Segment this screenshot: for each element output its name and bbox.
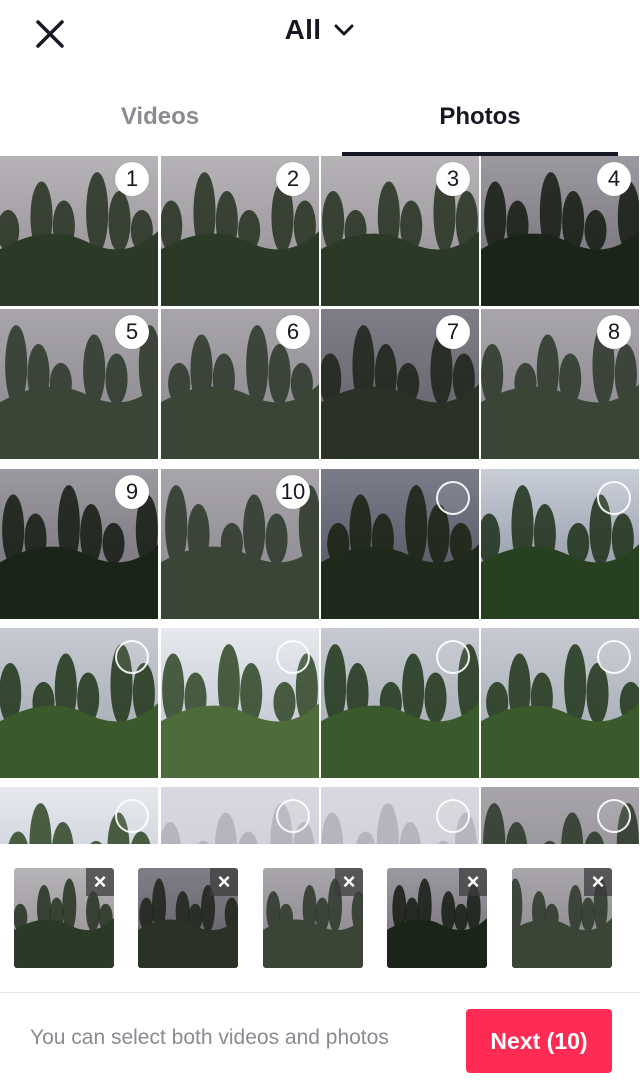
selected-thumbnail[interactable]: × <box>138 868 238 968</box>
photo-tile[interactable]: 7 <box>321 309 479 465</box>
selected-thumbnail[interactable]: × <box>387 868 487 968</box>
photo-tile[interactable] <box>321 469 479 625</box>
close-icon: × <box>93 869 107 894</box>
photo-tile[interactable] <box>0 628 158 784</box>
photo-tile[interactable] <box>161 628 319 784</box>
bottom-bar: You can select both videos and photos Ne… <box>0 992 640 1087</box>
media-tabs: Videos Photos <box>0 88 640 156</box>
select-circle-icon[interactable] <box>276 640 310 674</box>
close-icon: × <box>466 869 480 894</box>
select-circle-icon[interactable] <box>597 799 631 833</box>
photo-tile[interactable] <box>481 787 640 844</box>
photo-tile[interactable]: 4 <box>481 156 640 306</box>
photo-tile[interactable]: 3 <box>321 156 479 306</box>
photo-tile[interactable]: 6 <box>161 309 319 465</box>
selection-order-badge[interactable]: 10 <box>276 475 310 509</box>
photo-tile[interactable]: 9 <box>0 469 158 625</box>
select-circle-icon[interactable] <box>276 799 310 833</box>
tab-videos[interactable]: Videos <box>0 88 320 148</box>
selected-tray: × × × × × <box>0 844 640 992</box>
select-circle-icon[interactable] <box>436 640 470 674</box>
select-circle-icon[interactable] <box>597 640 631 674</box>
close-icon: × <box>217 869 231 894</box>
photo-tile[interactable] <box>0 787 158 844</box>
select-circle-icon[interactable] <box>115 799 149 833</box>
photo-tile[interactable]: 10 <box>161 469 319 625</box>
select-circle-icon[interactable] <box>597 481 631 515</box>
selected-thumbnail[interactable]: × <box>263 868 363 968</box>
selection-order-badge[interactable]: 7 <box>436 315 470 349</box>
selection-order-badge[interactable]: 9 <box>115 475 149 509</box>
selection-order-badge[interactable]: 8 <box>597 315 631 349</box>
selection-order-badge[interactable]: 5 <box>115 315 149 349</box>
close-icon: × <box>591 869 605 894</box>
album-picker[interactable]: All <box>0 14 640 46</box>
photo-tile[interactable]: 5 <box>0 309 158 465</box>
photo-tile[interactable] <box>321 787 479 844</box>
album-label: All <box>284 14 322 45</box>
selection-hint: You can select both videos and photos <box>30 1026 389 1049</box>
photo-tile[interactable] <box>321 628 479 784</box>
selected-thumbnail[interactable]: × <box>14 868 114 968</box>
photo-grid: 1 2 3 4 5 6 7 8 9 10 <box>0 156 640 844</box>
chevron-down-icon <box>333 19 355 41</box>
tab-photos[interactable]: Photos <box>320 88 640 148</box>
photo-tile[interactable] <box>161 787 319 844</box>
photo-tile[interactable]: 1 <box>0 156 158 306</box>
remove-thumbnail-button[interactable]: × <box>210 868 238 896</box>
next-button[interactable]: Next (10) <box>466 1009 612 1073</box>
select-circle-icon[interactable] <box>436 799 470 833</box>
remove-thumbnail-button[interactable]: × <box>584 868 612 896</box>
selected-thumbnail[interactable]: × <box>512 868 612 968</box>
select-circle-icon[interactable] <box>115 640 149 674</box>
remove-thumbnail-button[interactable]: × <box>459 868 487 896</box>
photo-tile[interactable]: 8 <box>481 309 640 465</box>
select-circle-icon[interactable] <box>436 481 470 515</box>
selection-order-badge[interactable]: 2 <box>276 162 310 196</box>
top-bar: All <box>0 0 640 80</box>
selection-order-badge[interactable]: 4 <box>597 162 631 196</box>
photo-tile[interactable] <box>481 628 640 784</box>
photo-tile[interactable]: 2 <box>161 156 319 306</box>
selection-order-badge[interactable]: 6 <box>276 315 310 349</box>
selection-order-badge[interactable]: 3 <box>436 162 470 196</box>
close-icon: × <box>342 869 356 894</box>
remove-thumbnail-button[interactable]: × <box>86 868 114 896</box>
photo-tile[interactable] <box>481 469 640 625</box>
selection-order-badge[interactable]: 1 <box>115 162 149 196</box>
remove-thumbnail-button[interactable]: × <box>335 868 363 896</box>
